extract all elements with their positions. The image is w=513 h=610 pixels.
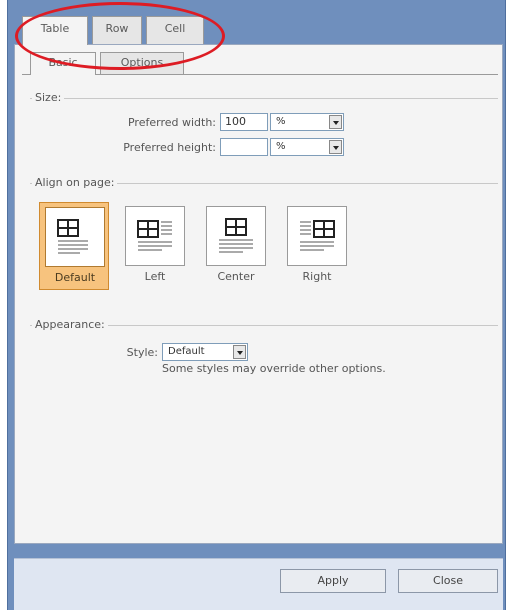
apply-button[interactable]: Apply (280, 569, 386, 593)
tab-table[interactable]: Table (22, 16, 88, 45)
subtab-options[interactable]: Options (100, 52, 184, 74)
size-group-label: Size: (32, 91, 65, 104)
appearance-group-label: Appearance: (32, 318, 108, 331)
close-button[interactable]: Close (398, 569, 498, 593)
style-select-value: Default (168, 346, 205, 357)
preferred-width-label: Preferred width: (127, 116, 216, 129)
table-align-left-icon (125, 206, 185, 266)
style-select[interactable]: Default (162, 343, 248, 361)
chevron-down-icon[interactable] (329, 115, 342, 129)
table-align-right-icon (287, 206, 347, 266)
align-default-label: Default (54, 271, 96, 284)
preferred-height-unit-value: % (276, 141, 286, 152)
preferred-width-unit-select[interactable]: % (270, 113, 344, 131)
table-align-default-icon (45, 207, 105, 267)
align-center-button[interactable]: Center (201, 202, 271, 290)
table-align-center-icon (206, 206, 266, 266)
align-default-button[interactable]: Default (39, 202, 109, 290)
align-right-label: Right (302, 270, 332, 283)
align-group-label: Align on page: (32, 176, 118, 189)
align-center-label: Center (217, 270, 255, 283)
preferred-height-unit-select[interactable]: % (270, 138, 344, 156)
align-left-label: Left (144, 270, 166, 283)
style-note: Some styles may override other options. (162, 362, 386, 375)
preferred-height-label: Preferred height: (123, 141, 216, 154)
chevron-down-icon[interactable] (233, 345, 246, 359)
size-group-line (30, 98, 498, 99)
subtab-basic[interactable]: Basic (30, 52, 96, 75)
preferred-width-unit-value: % (276, 116, 286, 127)
tab-row[interactable]: Row (92, 16, 142, 44)
preferred-width-input[interactable]: 100 (220, 113, 268, 131)
preferred-height-input[interactable] (220, 138, 268, 156)
style-label: Style: (126, 346, 158, 359)
align-left-button[interactable]: Left (120, 202, 190, 290)
align-right-button[interactable]: Right (282, 202, 352, 290)
tab-cell[interactable]: Cell (146, 16, 204, 44)
chevron-down-icon[interactable] (329, 140, 342, 154)
